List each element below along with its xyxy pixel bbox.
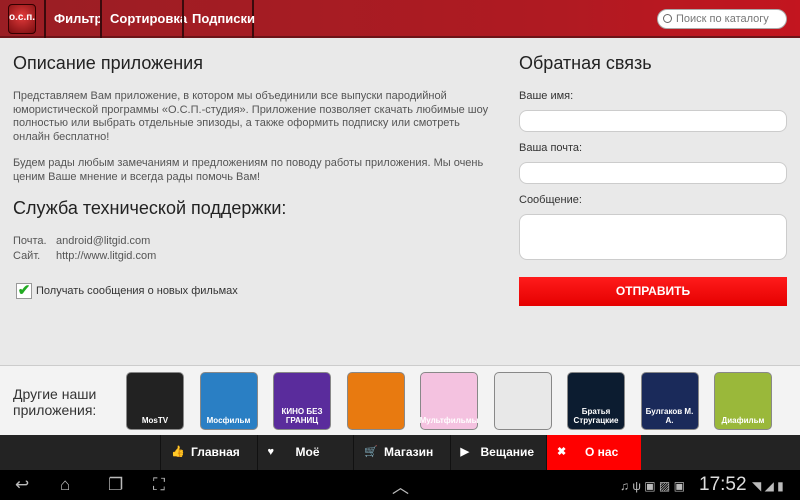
support-title: Служба технической поддержки: — [13, 198, 287, 218]
app-icon[interactable]: Мосфильм — [199, 372, 258, 430]
about-text-2: Будем рады любым замечаниям и предложени… — [13, 157, 484, 183]
nav-icon: 🛒 — [364, 446, 378, 458]
nav-item[interactable]: 👍 Главная — [160, 435, 255, 470]
app-icon[interactable]: Диафильм — [714, 372, 772, 430]
nav-label: Вещание — [480, 445, 535, 459]
nav-label: О нас — [585, 445, 619, 459]
nav-item[interactable]: 🛒 Магазин — [353, 435, 448, 470]
nav-icon: 👍 — [171, 446, 185, 458]
message-input[interactable] — [519, 214, 787, 260]
nav-label: Магазин — [384, 445, 434, 459]
home-icon[interactable]: ⌂ — [60, 475, 70, 495]
support-mail: Почта. android@litgid.com — [13, 235, 151, 247]
notification-icons: ♫ ψ ▣ ▨ ▣ — [620, 479, 685, 493]
send-button[interactable]: ОТПРАВИТЬ — [519, 277, 787, 306]
nav-item[interactable]: ✖ О нас — [546, 435, 641, 470]
app-icon[interactable] — [346, 372, 405, 430]
name-label: Ваше имя: — [519, 90, 574, 102]
nav-label: Моё — [295, 445, 320, 459]
name-input[interactable] — [519, 110, 787, 132]
back-icon[interactable]: ↩ — [15, 475, 29, 495]
system-bar: ↩ ⌂ ❐ ⛶ ︿ ♫ ψ ▣ ▨ ▣ 17:52 ◥ ◢ ▮ — [0, 470, 800, 500]
app-logo[interactable]: о.с.п. — [8, 4, 36, 34]
nav-icon: ▶ — [460, 446, 469, 458]
feedback-title: Обратная связь — [519, 53, 652, 73]
about-title: Описание приложения — [13, 53, 203, 73]
about-text-1: Представляем Вам приложение, в котором м… — [13, 90, 489, 143]
other-apps-label: Другие наши приложения: — [13, 386, 97, 418]
other-apps-strip: Другие наши приложения: MosTV Мосфильм КИН… — [0, 365, 800, 435]
nav-icon: ✖ — [557, 446, 567, 458]
app-icon[interactable] — [493, 372, 552, 430]
nav-item[interactable]: ▶ Вещание — [449, 435, 545, 470]
recent-apps-icon[interactable]: ❐ — [108, 475, 123, 495]
tab-subscriptions[interactable]: Подписки — [182, 0, 255, 38]
notify-checkbox[interactable]: ✔ — [16, 283, 32, 299]
app-icon[interactable]: КИНО БЕЗ ГРАНИЦ — [273, 372, 331, 430]
email-label: Ваша почта: — [519, 142, 583, 154]
search-icon — [663, 14, 672, 23]
app-icon[interactable]: Булгаков М. А. — [640, 372, 699, 430]
tab-filter[interactable]: Фильтр — [44, 0, 103, 38]
tab-sort[interactable]: Сортировка — [100, 0, 187, 38]
app-icon[interactable]: Мультфильмы — [420, 372, 478, 430]
clock: 17:52 — [699, 474, 747, 495]
screenshot-icon[interactable]: ⛶ — [153, 475, 165, 495]
nav-item[interactable]: ♥ Моё — [256, 435, 352, 470]
chevron-up-icon[interactable]: ︿ — [392, 473, 409, 498]
notify-checkbox-label[interactable]: Получать сообщения о новых фильмах — [36, 285, 238, 297]
email-input[interactable] — [519, 162, 787, 184]
wifi-signal-battery-icons: ◥ ◢ ▮ — [752, 479, 784, 493]
support-site: Сайт. http://www.litgid.com — [13, 250, 157, 262]
bottom-nav: 👍 Главная ♥ Моё 🛒 Магазин ▶ Вещание ✖ О нас — [0, 435, 800, 470]
site-link[interactable]: http://www.litgid.com — [56, 250, 156, 262]
nav-label: Главная — [191, 445, 240, 459]
nav-icon: ♥ — [267, 446, 275, 458]
mail-link[interactable]: android@litgid.com — [56, 235, 150, 247]
message-label: Сообщение: — [519, 194, 582, 206]
app-icon[interactable]: Братья Стругацкие — [567, 372, 625, 430]
search-input[interactable]: Поиск по каталогу — [657, 9, 787, 29]
search-placeholder: Поиск по каталогу — [676, 13, 769, 25]
top-bar: о.с.п. Фильтр Сортировка Подписки Поиск … — [0, 0, 800, 38]
app-icon[interactable]: MosTV — [126, 372, 184, 430]
